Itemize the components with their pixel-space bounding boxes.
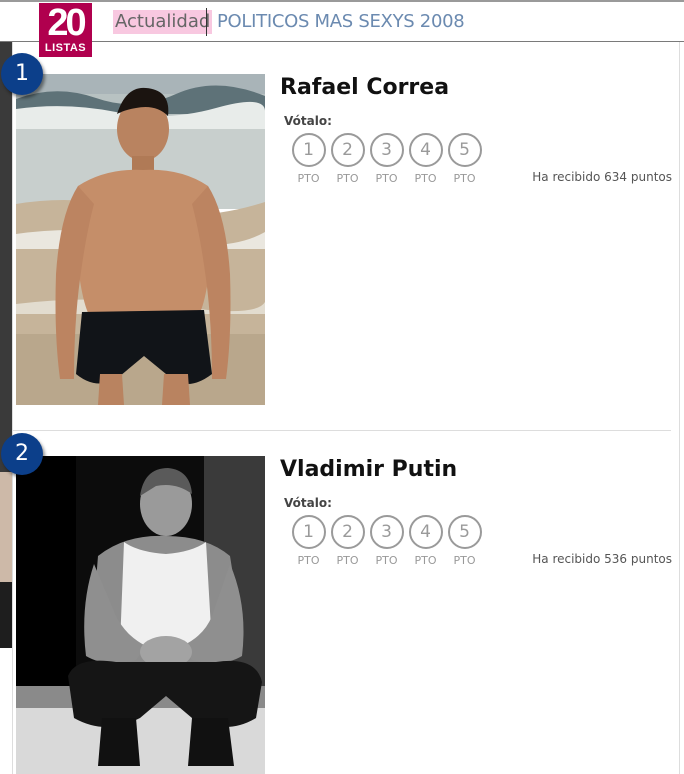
vote-unit: PTO [336, 554, 359, 567]
vote-unit: PTO [375, 554, 398, 567]
left-strip-segment [0, 582, 12, 648]
vote-option[interactable]: 1 PTO [289, 515, 328, 567]
vote-button-1[interactable]: 1 [291, 515, 326, 549]
vote-option[interactable]: 5 PTO [445, 133, 484, 185]
vote-option[interactable]: 4 PTO [406, 133, 445, 185]
category-link[interactable]: Actualidad [113, 10, 213, 34]
list-title[interactable]: POLITICOS MAS SEXYS 2008 [217, 10, 465, 34]
vote-options: 1 PTO 2 PTO 3 PTO 4 PTO 5 PTO [289, 133, 484, 185]
logo-number: 20 [47, 2, 86, 44]
vote-unit: PTO [297, 554, 320, 567]
vote-button-4[interactable]: 4 [408, 515, 443, 549]
left-strip-segment [0, 472, 12, 582]
vote-unit: PTO [297, 172, 320, 185]
vote-option[interactable]: 5 PTO [445, 515, 484, 567]
rank-badge: 2 [1, 433, 43, 475]
vote-unit: PTO [453, 172, 476, 185]
item-divider [13, 430, 671, 431]
vote-unit: PTO [336, 172, 359, 185]
vote-option[interactable]: 3 PTO [367, 515, 406, 567]
beach-photo [16, 74, 265, 405]
vote-unit: PTO [375, 172, 398, 185]
item-name[interactable]: Vladimir Putin [280, 457, 457, 482]
vote-unit: PTO [414, 172, 437, 185]
item-photo[interactable] [16, 74, 265, 405]
vote-button-5[interactable]: 5 [447, 133, 482, 167]
item-photo[interactable] [16, 456, 265, 774]
vote-button-4[interactable]: 4 [408, 133, 443, 167]
vote-button-3[interactable]: 3 [369, 133, 404, 167]
vote-button-1[interactable]: 1 [291, 133, 326, 167]
points-received: Ha recibido 536 puntos [532, 552, 672, 566]
site-logo[interactable]: 20 LISTAS [39, 3, 92, 57]
vote-option[interactable]: 3 PTO [367, 133, 406, 185]
portrait-photo [16, 456, 265, 774]
list-content: 1 Rafael Correa Vótalo: 1 PTO 2 PTO 3 PT… [1, 42, 680, 774]
points-received: Ha recibido 634 puntos [532, 170, 672, 184]
list-header: Actualidad POLITICOS MAS SEXYS 2008 [0, 2, 684, 42]
vote-label: Vótalo: [284, 496, 332, 510]
vote-button-5[interactable]: 5 [447, 515, 482, 549]
left-edge-strip [0, 42, 12, 648]
vote-button-3[interactable]: 3 [369, 515, 404, 549]
vote-option[interactable]: 1 PTO [289, 133, 328, 185]
item-name[interactable]: Rafael Correa [280, 75, 449, 100]
vote-option[interactable]: 2 PTO [328, 515, 367, 567]
vote-button-2[interactable]: 2 [330, 515, 365, 549]
logo-word: LISTAS [44, 42, 87, 54]
vote-label: Vótalo: [284, 114, 332, 128]
vote-unit: PTO [414, 554, 437, 567]
breadcrumb-separator [206, 8, 207, 36]
vote-unit: PTO [453, 554, 476, 567]
rank-badge: 1 [1, 53, 43, 95]
vote-button-2[interactable]: 2 [330, 133, 365, 167]
vote-option[interactable]: 4 PTO [406, 515, 445, 567]
vote-options: 1 PTO 2 PTO 3 PTO 4 PTO 5 PTO [289, 515, 484, 567]
vote-option[interactable]: 2 PTO [328, 133, 367, 185]
